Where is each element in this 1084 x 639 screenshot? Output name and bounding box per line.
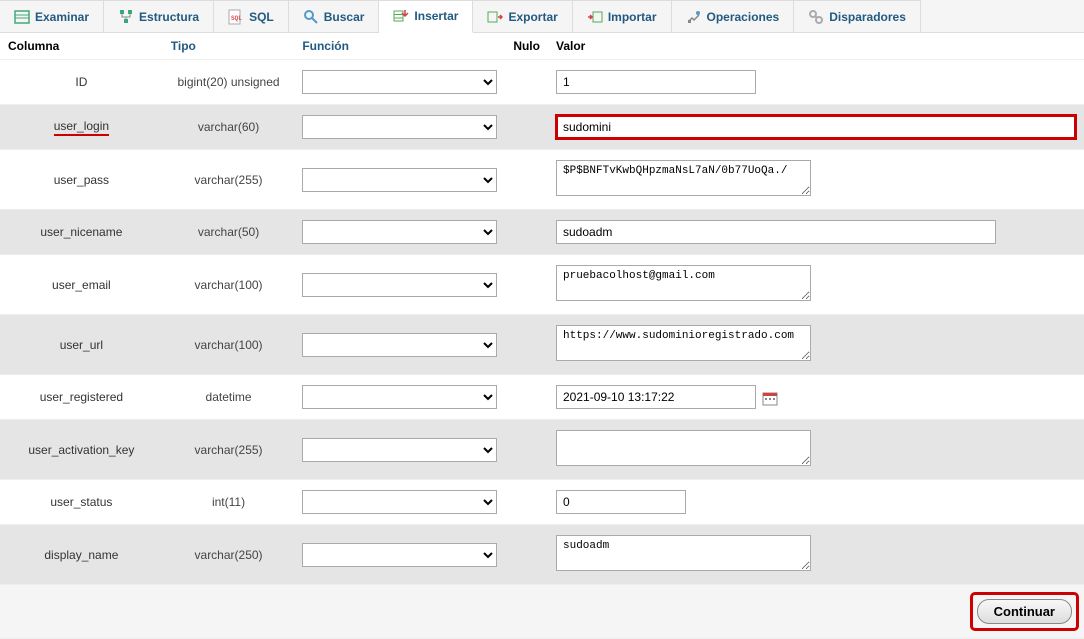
tab-insertar[interactable]: Insertar [379, 0, 473, 33]
operations-icon [686, 9, 702, 25]
column-name: user_pass [54, 173, 109, 187]
column-type: bigint(20) unsigned [163, 60, 295, 105]
function-select[interactable] [302, 543, 497, 567]
column-name: user_registered [40, 390, 123, 404]
table-row: user_nicename varchar(50) [0, 210, 1084, 255]
function-select[interactable] [302, 385, 497, 409]
export-icon [487, 9, 503, 25]
value-textarea[interactable] [556, 430, 811, 466]
column-type: varchar(100) [163, 255, 295, 315]
table-row: user_login varchar(60) [0, 105, 1084, 150]
function-select[interactable] [302, 70, 497, 94]
function-select[interactable] [302, 220, 497, 244]
null-cell [505, 315, 548, 375]
svg-text:SQL: SQL [231, 15, 242, 22]
column-name: user_nicename [40, 225, 122, 239]
col-header-type[interactable]: Tipo [163, 33, 295, 60]
column-name: user_activation_key [28, 443, 134, 457]
value-input-datetime[interactable] [556, 385, 756, 409]
table-row: user_registered datetime [0, 375, 1084, 420]
value-textarea[interactable] [556, 160, 811, 196]
tab-disparadores[interactable]: Disparadores [794, 0, 921, 32]
column-type: datetime [163, 375, 295, 420]
null-cell [505, 150, 548, 210]
calendar-icon[interactable] [762, 390, 778, 406]
value-textarea[interactable] [556, 265, 811, 301]
tab-label: Buscar [324, 10, 365, 24]
function-select[interactable] [302, 273, 497, 297]
value-textarea[interactable] [556, 325, 811, 361]
tab-label: SQL [249, 10, 274, 24]
continue-button-highlight: Continuar [973, 595, 1076, 628]
tab-label: Estructura [139, 10, 199, 24]
col-header-function[interactable]: Función [294, 33, 505, 60]
null-cell [505, 420, 548, 480]
tab-label: Importar [608, 10, 657, 24]
tab-exportar[interactable]: Exportar [473, 0, 572, 32]
tab-operaciones[interactable]: Operaciones [672, 0, 795, 32]
col-header-value: Valor [548, 33, 1084, 60]
tab-label: Exportar [508, 10, 557, 24]
table-row: user_status int(11) [0, 480, 1084, 525]
function-select[interactable] [302, 333, 497, 357]
col-header-null: Nulo [505, 33, 548, 60]
table-row: ID bigint(20) unsigned [0, 60, 1084, 105]
value-input[interactable] [556, 220, 996, 244]
tab-label: Operaciones [707, 10, 780, 24]
tab-sql[interactable]: SQL SQL [214, 0, 289, 32]
column-type: varchar(50) [163, 210, 295, 255]
null-cell [505, 375, 548, 420]
column-type: varchar(250) [163, 525, 295, 585]
function-select[interactable] [302, 438, 497, 462]
null-cell [505, 480, 548, 525]
tab-label: Disparadores [829, 10, 906, 24]
browse-icon [14, 9, 30, 25]
column-type: int(11) [163, 480, 295, 525]
column-name: user_status [50, 495, 112, 509]
structure-icon [118, 9, 134, 25]
null-cell [505, 60, 548, 105]
column-type: varchar(255) [163, 420, 295, 480]
table-row: display_name varchar(250) [0, 525, 1084, 585]
column-name: user_login [54, 119, 109, 136]
continue-button[interactable]: Continuar [977, 599, 1072, 624]
function-select[interactable] [302, 115, 497, 139]
table-row: user_url varchar(100) [0, 315, 1084, 375]
table-row: user_activation_key varchar(255) [0, 420, 1084, 480]
column-name: user_url [60, 338, 103, 352]
column-type: varchar(100) [163, 315, 295, 375]
table-row: user_email varchar(100) [0, 255, 1084, 315]
tab-importar[interactable]: Importar [573, 0, 672, 32]
function-select[interactable] [302, 168, 497, 192]
table-row: user_pass varchar(255) [0, 150, 1084, 210]
import-icon [587, 9, 603, 25]
tab-estructura[interactable]: Estructura [104, 0, 214, 32]
search-icon [303, 9, 319, 25]
value-input[interactable] [556, 70, 756, 94]
tab-label: Insertar [414, 9, 458, 23]
null-cell [505, 525, 548, 585]
value-input[interactable] [556, 115, 1076, 139]
column-type: varchar(255) [163, 150, 295, 210]
tab-buscar[interactable]: Buscar [289, 0, 380, 32]
function-select[interactable] [302, 490, 497, 514]
sql-icon: SQL [228, 9, 244, 25]
insert-icon [393, 8, 409, 24]
column-name: ID [75, 75, 87, 89]
column-name: user_email [52, 278, 111, 292]
value-textarea[interactable] [556, 535, 811, 571]
tab-label: Examinar [35, 10, 89, 24]
tab-examinar[interactable]: Examinar [0, 0, 104, 32]
column-type: varchar(60) [163, 105, 295, 150]
null-cell [505, 105, 548, 150]
null-cell [505, 210, 548, 255]
null-cell [505, 255, 548, 315]
triggers-icon [808, 9, 824, 25]
column-name: display_name [44, 548, 118, 562]
col-header-column[interactable]: Columna [0, 33, 163, 60]
value-input[interactable] [556, 490, 686, 514]
